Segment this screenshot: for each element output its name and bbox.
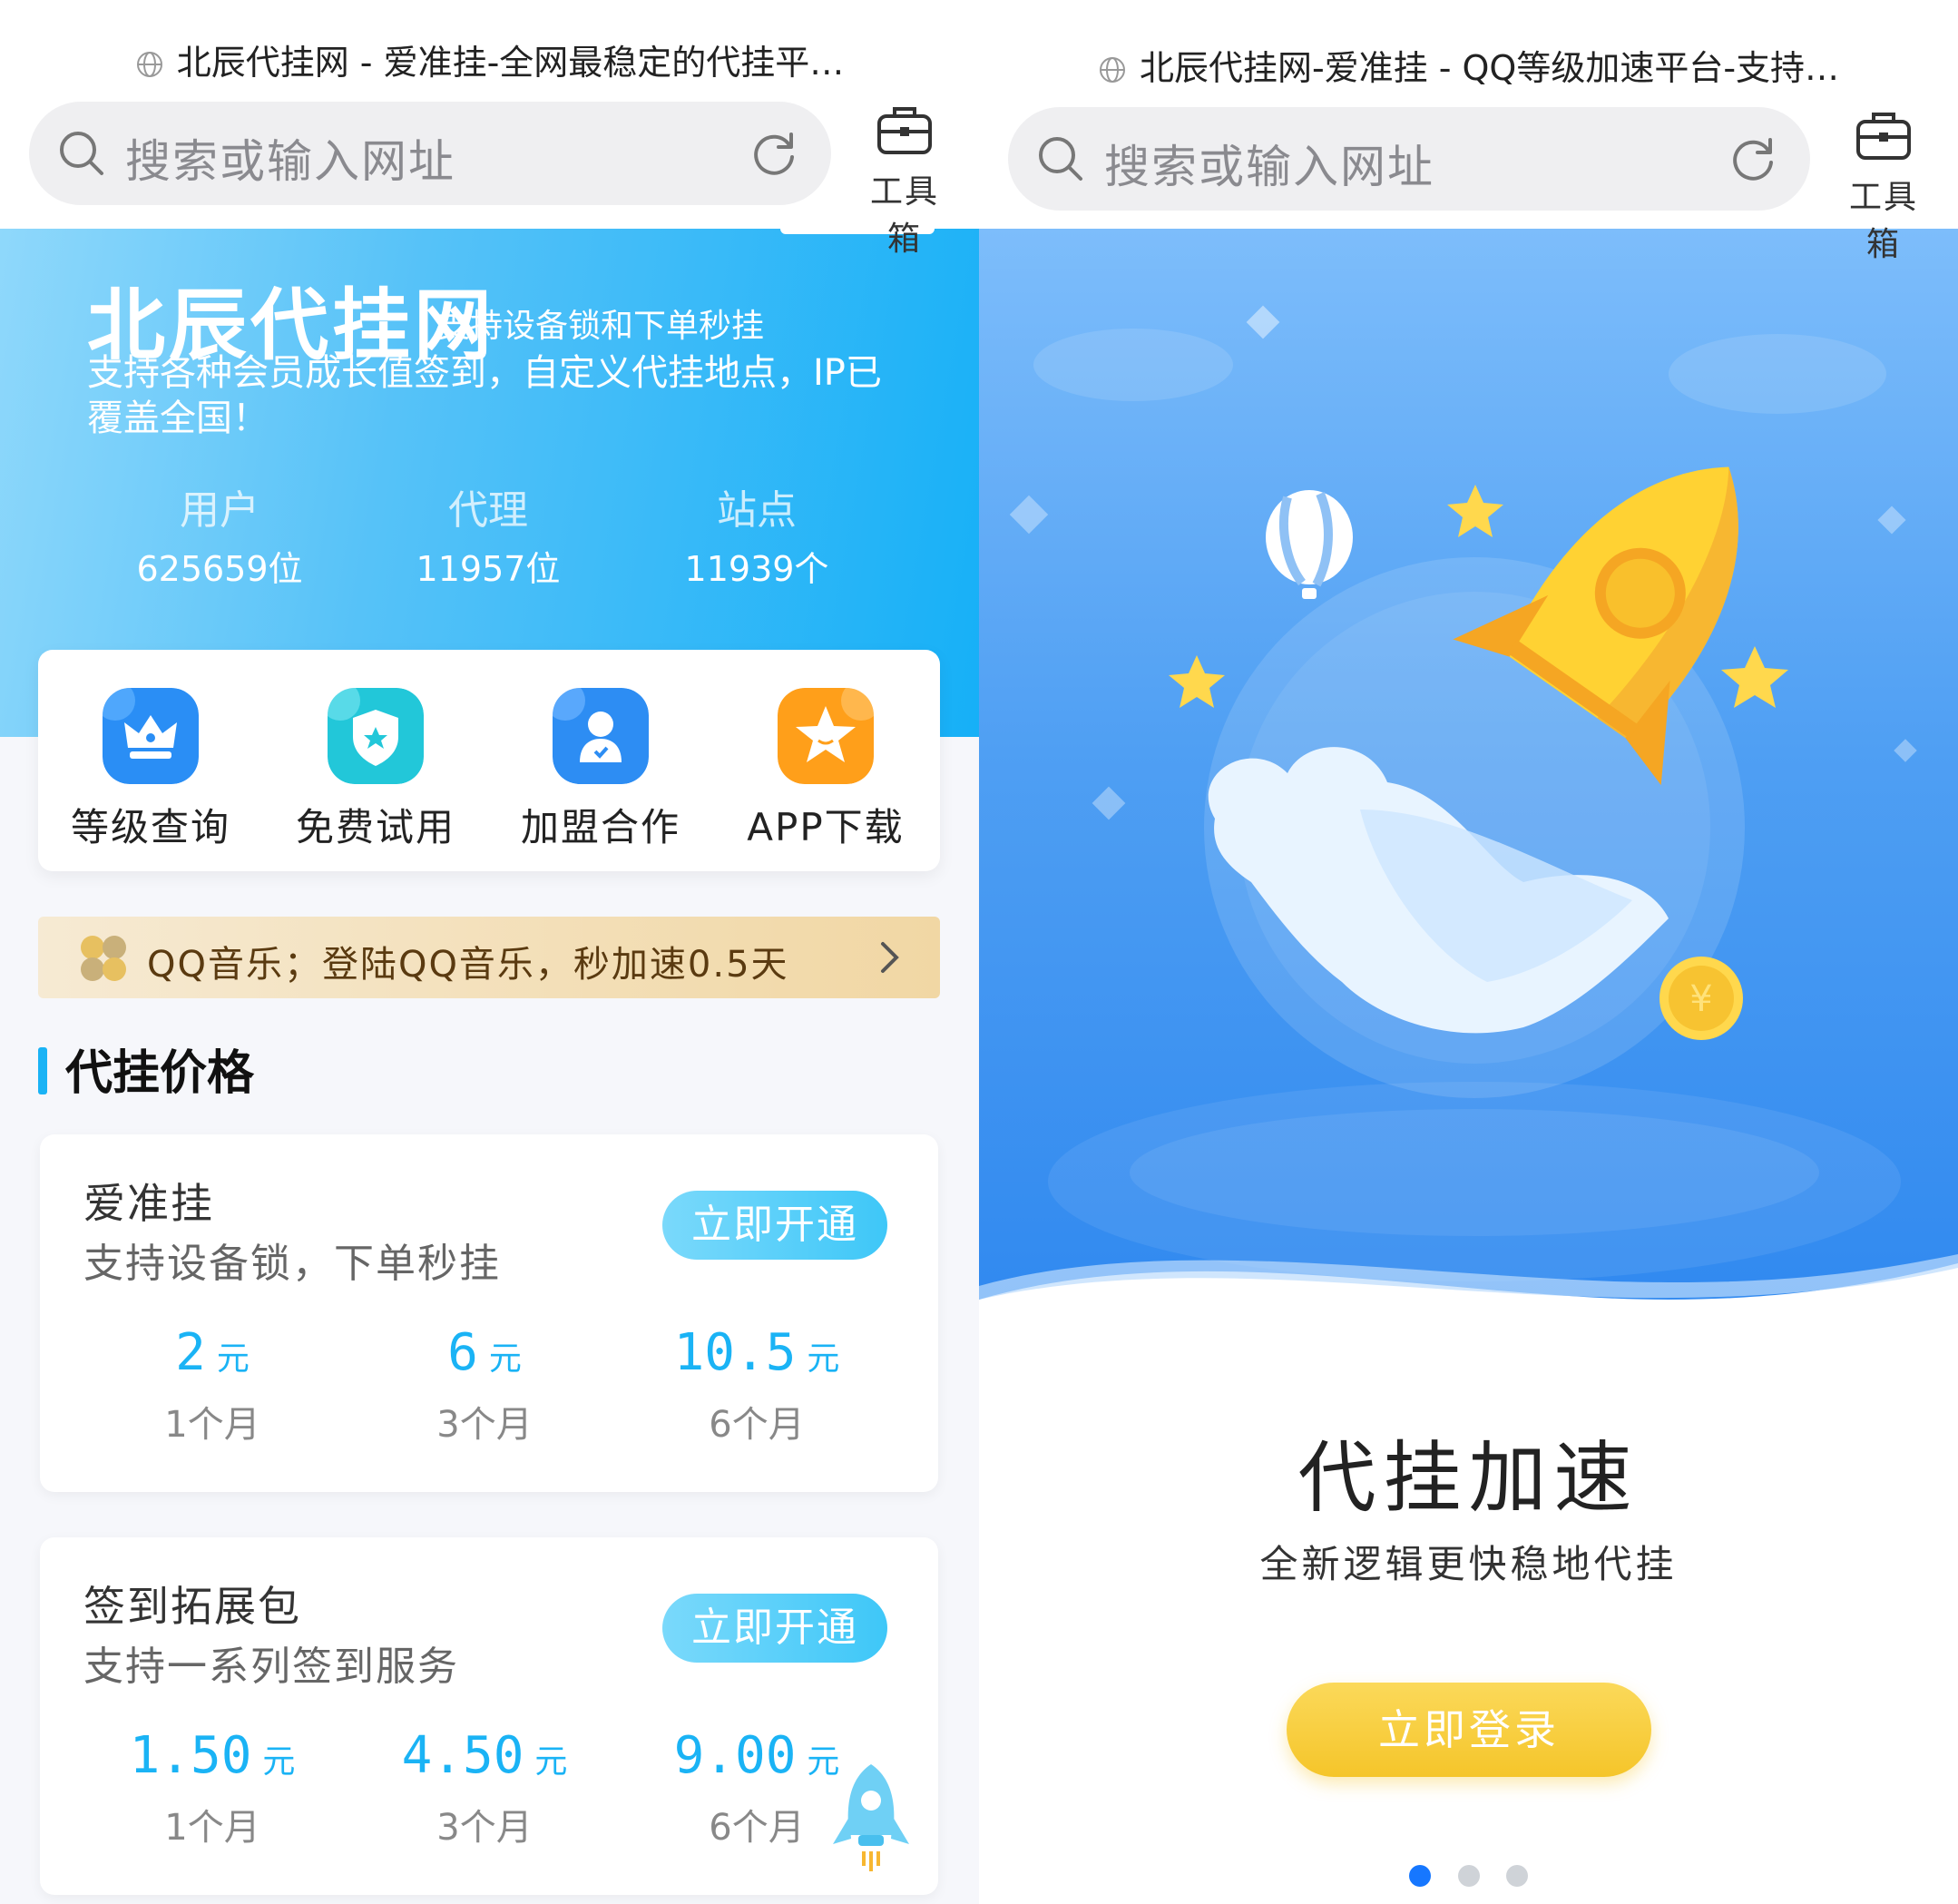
stat-value: 11939个	[684, 549, 829, 589]
quick-item-label: 等级查询	[70, 805, 230, 849]
price-option[interactable]: 10.5 元 6个月	[621, 1323, 893, 1448]
reload-icon[interactable]	[748, 127, 800, 180]
quick-item-free-trial[interactable]: 免费试用	[285, 688, 466, 852]
right-screen: 北辰代挂网-爱准挂 - QQ等级加速平台-支持… 搜索或输入网址 工具箱 ¥ 代…	[979, 0, 1958, 1904]
stat-agents: 代理 11957位	[379, 477, 597, 591]
activate-button[interactable]: 立即开通	[662, 1594, 887, 1663]
price-amount: 9.00	[673, 1726, 797, 1785]
globe-icon	[136, 52, 162, 77]
activate-button[interactable]: 立即开通	[662, 1191, 887, 1260]
search-icon	[1039, 137, 1082, 181]
address-placeholder: 搜索或输入网址	[125, 135, 455, 188]
browser-chrome: 北辰代挂网-爱准挂 - QQ等级加速平台-支持… 搜索或输入网址 工具箱	[979, 0, 1958, 263]
splash-illustration: ¥	[979, 229, 1958, 1390]
globe-icon	[1099, 57, 1125, 83]
price-amount: 4.50	[401, 1726, 524, 1785]
toolbox-icon	[1856, 113, 1911, 160]
user-icon	[553, 688, 649, 784]
page-title-text: 北辰代挂网-爱准挂 - QQ等级加速平台-支持…	[1139, 48, 1840, 88]
toolbox-label: 工具箱	[869, 173, 939, 258]
price-unit: 元	[534, 1743, 568, 1781]
price-card-aizhungua: 爱准挂 支持设备锁，下单秒挂 立即开通 2元 1个月 6元 3个月 10.5 元 …	[40, 1134, 938, 1492]
price-amount: 2	[175, 1323, 206, 1382]
stat-value: 625659位	[136, 549, 303, 589]
splash-subtitle: 全新逻辑更快稳地代挂	[1259, 1542, 1678, 1586]
hero-description: 支持各种会员成长值签到，自定义代挂地点，IP已覆盖全国！	[87, 352, 882, 439]
price-period: 3个月	[436, 1404, 533, 1446]
price-period: 1个月	[164, 1807, 260, 1849]
quick-item-label: 免费试用	[295, 805, 455, 849]
page-indicator	[979, 1865, 1958, 1890]
quick-item-app-download[interactable]: APP下载	[735, 688, 916, 852]
toolbox-button[interactable]: 工具箱	[1834, 107, 1934, 263]
stat-label: 站点	[717, 487, 797, 534]
page-dot-active[interactable]	[1409, 1865, 1432, 1887]
rocket-icon[interactable]	[827, 1761, 915, 1879]
svg-text:¥: ¥	[1689, 978, 1712, 1020]
quick-menu: 等级查询 免费试用 加盟合作 APP下载	[38, 650, 940, 871]
card-subtitle: 支持设备锁，下单秒挂	[83, 1241, 501, 1287]
price-unit: 元	[488, 1340, 522, 1378]
price-option[interactable]: 4.50 元 3个月	[348, 1726, 621, 1850]
price-card-checkin-pack: 签到拓展包 支持一系列签到服务 立即开通 1.50 元 1个月 4.50 元 3个月…	[40, 1537, 938, 1895]
toolbox-label: 工具箱	[1848, 179, 1918, 263]
brand-tagline: 支持设备锁和下单秒挂	[437, 308, 765, 345]
stat-sites: 站点 11939个	[648, 477, 866, 591]
address-bar[interactable]: 搜索或输入网址	[1008, 107, 1810, 211]
section-marker	[38, 1047, 47, 1094]
rocket-launch-illustration: ¥	[979, 305, 1958, 1390]
quick-item-partnership[interactable]: 加盟合作	[510, 688, 691, 852]
chevron-right-icon	[881, 942, 899, 973]
crown-icon	[103, 688, 199, 784]
notice-bar[interactable]: QQ音乐；登陆QQ音乐，秒加速0.5天	[38, 917, 940, 998]
price-option[interactable]: 6元 3个月	[348, 1323, 621, 1448]
price-period: 1个月	[164, 1404, 260, 1446]
stat-label: 代理	[448, 487, 528, 534]
toolbox-icon	[877, 107, 932, 154]
address-bar[interactable]: 搜索或输入网址	[29, 102, 831, 205]
quick-item-label: 加盟合作	[520, 805, 680, 849]
price-amount: 10.5	[673, 1323, 797, 1382]
stat-value: 11957位	[416, 549, 561, 589]
price-unit: 元	[807, 1340, 840, 1378]
page-dot[interactable]	[1505, 1865, 1528, 1887]
page-title-text: 北辰代挂网 - 爱准挂-全网最稳定的代挂平…	[176, 43, 845, 83]
login-button[interactable]: 立即登录	[1287, 1683, 1651, 1777]
stat-users: 用户 625659位	[111, 477, 328, 591]
price-period: 6个月	[709, 1404, 805, 1446]
splash-title: 代挂加速	[1297, 1433, 1640, 1524]
address-placeholder: 搜索或输入网址	[1104, 141, 1434, 193]
browser-chrome: 北辰代挂网 - 爱准挂-全网最稳定的代挂平… 搜索或输入网址 工具箱	[0, 0, 979, 258]
card-name: 爱准挂	[83, 1179, 214, 1228]
notice-text: QQ音乐；登陆QQ音乐，秒加速0.5天	[147, 944, 789, 986]
left-screen: 北辰代挂网 - 爱准挂-全网最稳定的代挂平… 搜索或输入网址 工具箱 北辰代挂网…	[0, 0, 979, 1904]
price-period: 3个月	[436, 1807, 533, 1849]
quick-item-level-query[interactable]: 等级查询	[60, 688, 241, 852]
price-unit: 元	[262, 1743, 296, 1781]
card-subtitle: 支持一系列签到服务	[83, 1644, 459, 1690]
clover-icon	[81, 936, 126, 981]
price-amount: 1.50	[129, 1726, 252, 1785]
section-title-text: 代挂价格	[65, 1046, 255, 1101]
star-icon	[778, 688, 874, 784]
price-amount: 6	[447, 1323, 478, 1382]
price-option[interactable]: 1.50 元 1个月	[76, 1726, 348, 1850]
price-option[interactable]: 2元 1个月	[76, 1323, 348, 1448]
toolbox-button[interactable]: 工具箱	[855, 102, 955, 258]
shield-star-icon	[328, 688, 424, 784]
stat-label: 用户	[180, 487, 259, 534]
page-title: 北辰代挂网-爱准挂 - QQ等级加速平台-支持…	[979, 40, 1958, 90]
page-title: 北辰代挂网 - 爱准挂-全网最稳定的代挂平…	[0, 34, 979, 84]
reload-icon[interactable]	[1727, 132, 1779, 185]
price-unit: 元	[216, 1340, 250, 1378]
card-name: 签到拓展包	[83, 1582, 301, 1631]
page-dot[interactable]	[1457, 1865, 1480, 1887]
quick-item-label: APP下载	[747, 805, 905, 849]
search-icon	[60, 132, 103, 175]
